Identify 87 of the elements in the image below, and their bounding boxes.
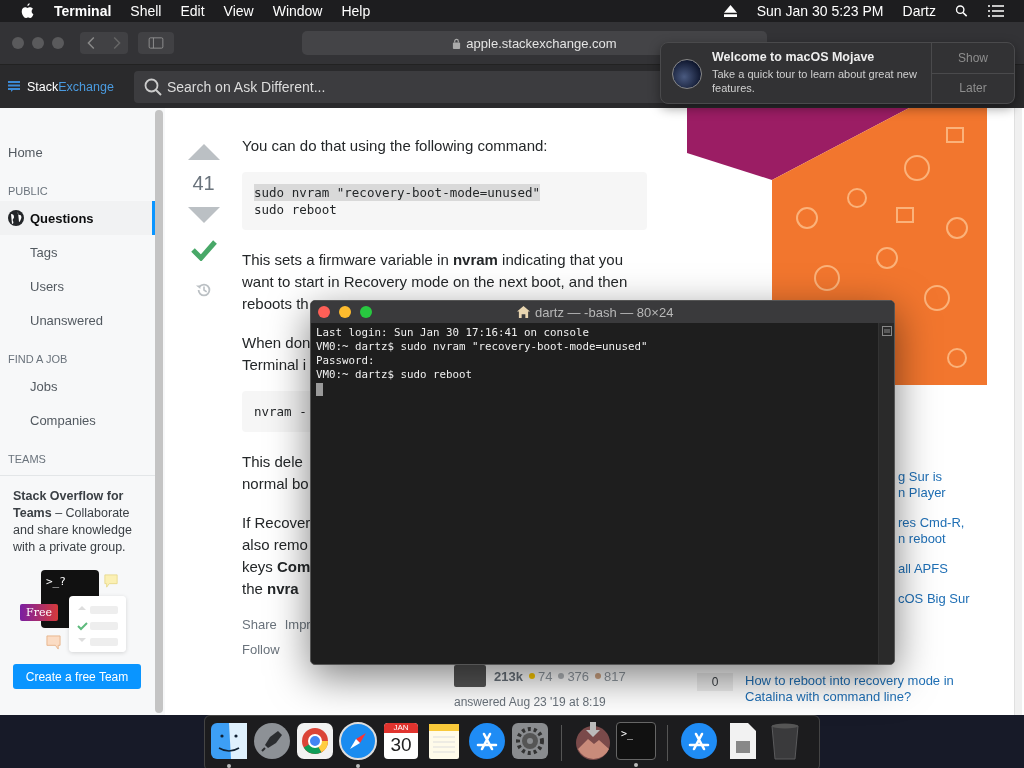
stack-logo-icon[interactable]	[8, 80, 20, 93]
apple-logo-icon[interactable]	[20, 3, 34, 19]
text-line: When don	[242, 333, 311, 353]
related-question-link[interactable]: How to reboot into recovery mode in Catalina with command line?	[745, 673, 954, 705]
code-line: sudo reboot	[254, 201, 337, 218]
user-name[interactable]: Dartz	[902, 3, 936, 19]
menu-icon[interactable]	[988, 5, 1004, 17]
letter-a-icon[interactable]	[679, 721, 719, 761]
text-line: normal bo	[242, 474, 309, 494]
nav-link[interactable]: Jobs	[0, 369, 155, 403]
answer-count: 0	[697, 673, 733, 691]
text-line: reboots th	[242, 294, 309, 314]
text-line: keys Com	[242, 557, 311, 577]
rocket-icon[interactable]	[252, 721, 292, 761]
split-pane-icon[interactable]	[881, 326, 892, 336]
smiling-face-icon[interactable]	[209, 721, 249, 761]
calendar-icon[interactable]: JAN 30	[384, 723, 418, 759]
free-badge: Free	[20, 604, 58, 621]
text-line: This sets a firmware variable in nvram indicating that you	[242, 250, 624, 270]
menu-item[interactable]: Window	[272, 3, 323, 19]
related-question-link[interactable]: all APFS	[898, 561, 948, 577]
notification-toast[interactable]: Welcome to macOS Mojave Take a quick tour to learn about great new features. Show Later	[660, 42, 1015, 104]
terminal-line: Password:	[316, 354, 375, 368]
lock-icon	[452, 37, 462, 49]
text-line: want to start in Recovery mode on the next boot, and then	[242, 272, 628, 292]
code-line: nvram -	[254, 403, 307, 420]
notification-button[interactable]: Show	[932, 43, 1014, 73]
section-heading: FIND A JOB	[7, 352, 68, 367]
scrollbar-thumb[interactable]	[155, 110, 163, 713]
menu-item[interactable]: View	[223, 3, 254, 19]
gear-icon[interactable]	[510, 721, 550, 761]
post-action-link[interactable]: Share	[242, 617, 277, 632]
teams-description: Stack Overflow for Teams – Collaborate and share knowledge with a private group.	[13, 488, 133, 556]
follow-link[interactable]: Follow	[242, 642, 280, 657]
vote-count: 41	[192, 172, 215, 195]
badge-count: 817	[595, 668, 626, 684]
related-question-link[interactable]: res Cmd-R, n reboot	[898, 515, 965, 547]
terminal-line: VM0:~ dartz$ sudo nvram "recovery-boot-mode=unused"	[316, 340, 648, 354]
app-menu[interactable]: Terminal	[54, 3, 112, 19]
text-line: also remo	[242, 535, 308, 555]
text-line: the nvra	[242, 579, 299, 599]
house-icon	[517, 306, 530, 318]
scrollbar-track[interactable]	[1014, 108, 1022, 715]
section-heading: PUBLIC	[7, 184, 48, 199]
text-line: This dele	[242, 452, 303, 472]
notification-body: Take a quick tour to learn about great new features.	[712, 67, 917, 95]
terminal-line: VM0:~ dartz$ sudo reboot	[316, 368, 472, 382]
eject-icon[interactable]	[723, 5, 737, 17]
letter-a-icon[interactable]	[467, 721, 507, 761]
search-icon[interactable]	[955, 5, 968, 17]
related-question-link[interactable]: cOS Big Sur	[898, 591, 970, 607]
nav-link[interactable]: Tags	[0, 235, 155, 269]
notification-button[interactable]: Later	[932, 72, 1014, 103]
menu-item[interactable]: Help	[341, 3, 371, 19]
clock[interactable]: Sun Jan 30 5:23 PM	[756, 3, 884, 19]
nav-link[interactable]: Users	[0, 269, 155, 303]
menu-item[interactable]: Edit	[180, 3, 205, 19]
text-line: If Recover	[242, 513, 311, 533]
nav-link[interactable]: Companies	[0, 403, 155, 437]
nav-link[interactable]: Questions	[0, 201, 155, 235]
compass-icon[interactable]	[338, 721, 378, 761]
reputation: 213k	[494, 668, 523, 684]
badge-count: 74	[528, 668, 553, 684]
text-line: You can do that using the following command:	[242, 136, 548, 156]
sidebar-icon	[148, 37, 164, 49]
text-cursor	[316, 383, 323, 396]
terminal-line: Last login: Sun Jan 30 17:16:41 on console	[316, 326, 589, 340]
answered-date: answered Aug 23 '19 at 8:19	[454, 695, 606, 709]
site-logo[interactable]: StackExchange	[27, 79, 114, 94]
menu-item[interactable]: Shell	[130, 3, 162, 19]
checklist-card	[69, 596, 126, 652]
window-title: dartz — -bash — 80×24	[535, 304, 674, 320]
mountain-disc-icon	[672, 59, 702, 89]
text-line: Terminal i	[242, 355, 307, 375]
related-question-link[interactable]: g Sur is n Player	[898, 469, 946, 501]
post-action-link[interactable]: Impr	[284, 617, 311, 632]
nav-link[interactable]: Unanswered	[0, 303, 155, 337]
terminal-icon[interactable]: >_	[616, 722, 656, 760]
ring-icon[interactable]	[295, 721, 335, 761]
window-controls-icon[interactable]	[318, 306, 372, 318]
speech-bubble-icon	[104, 574, 118, 588]
badge-count: 376	[558, 668, 590, 684]
mountain-disc-icon[interactable]	[573, 721, 613, 761]
section-heading: TEAMS	[7, 452, 46, 467]
globe-icon	[8, 210, 24, 226]
nav-link[interactable]: Home	[0, 135, 155, 169]
speech-bubble-icon	[46, 635, 61, 650]
